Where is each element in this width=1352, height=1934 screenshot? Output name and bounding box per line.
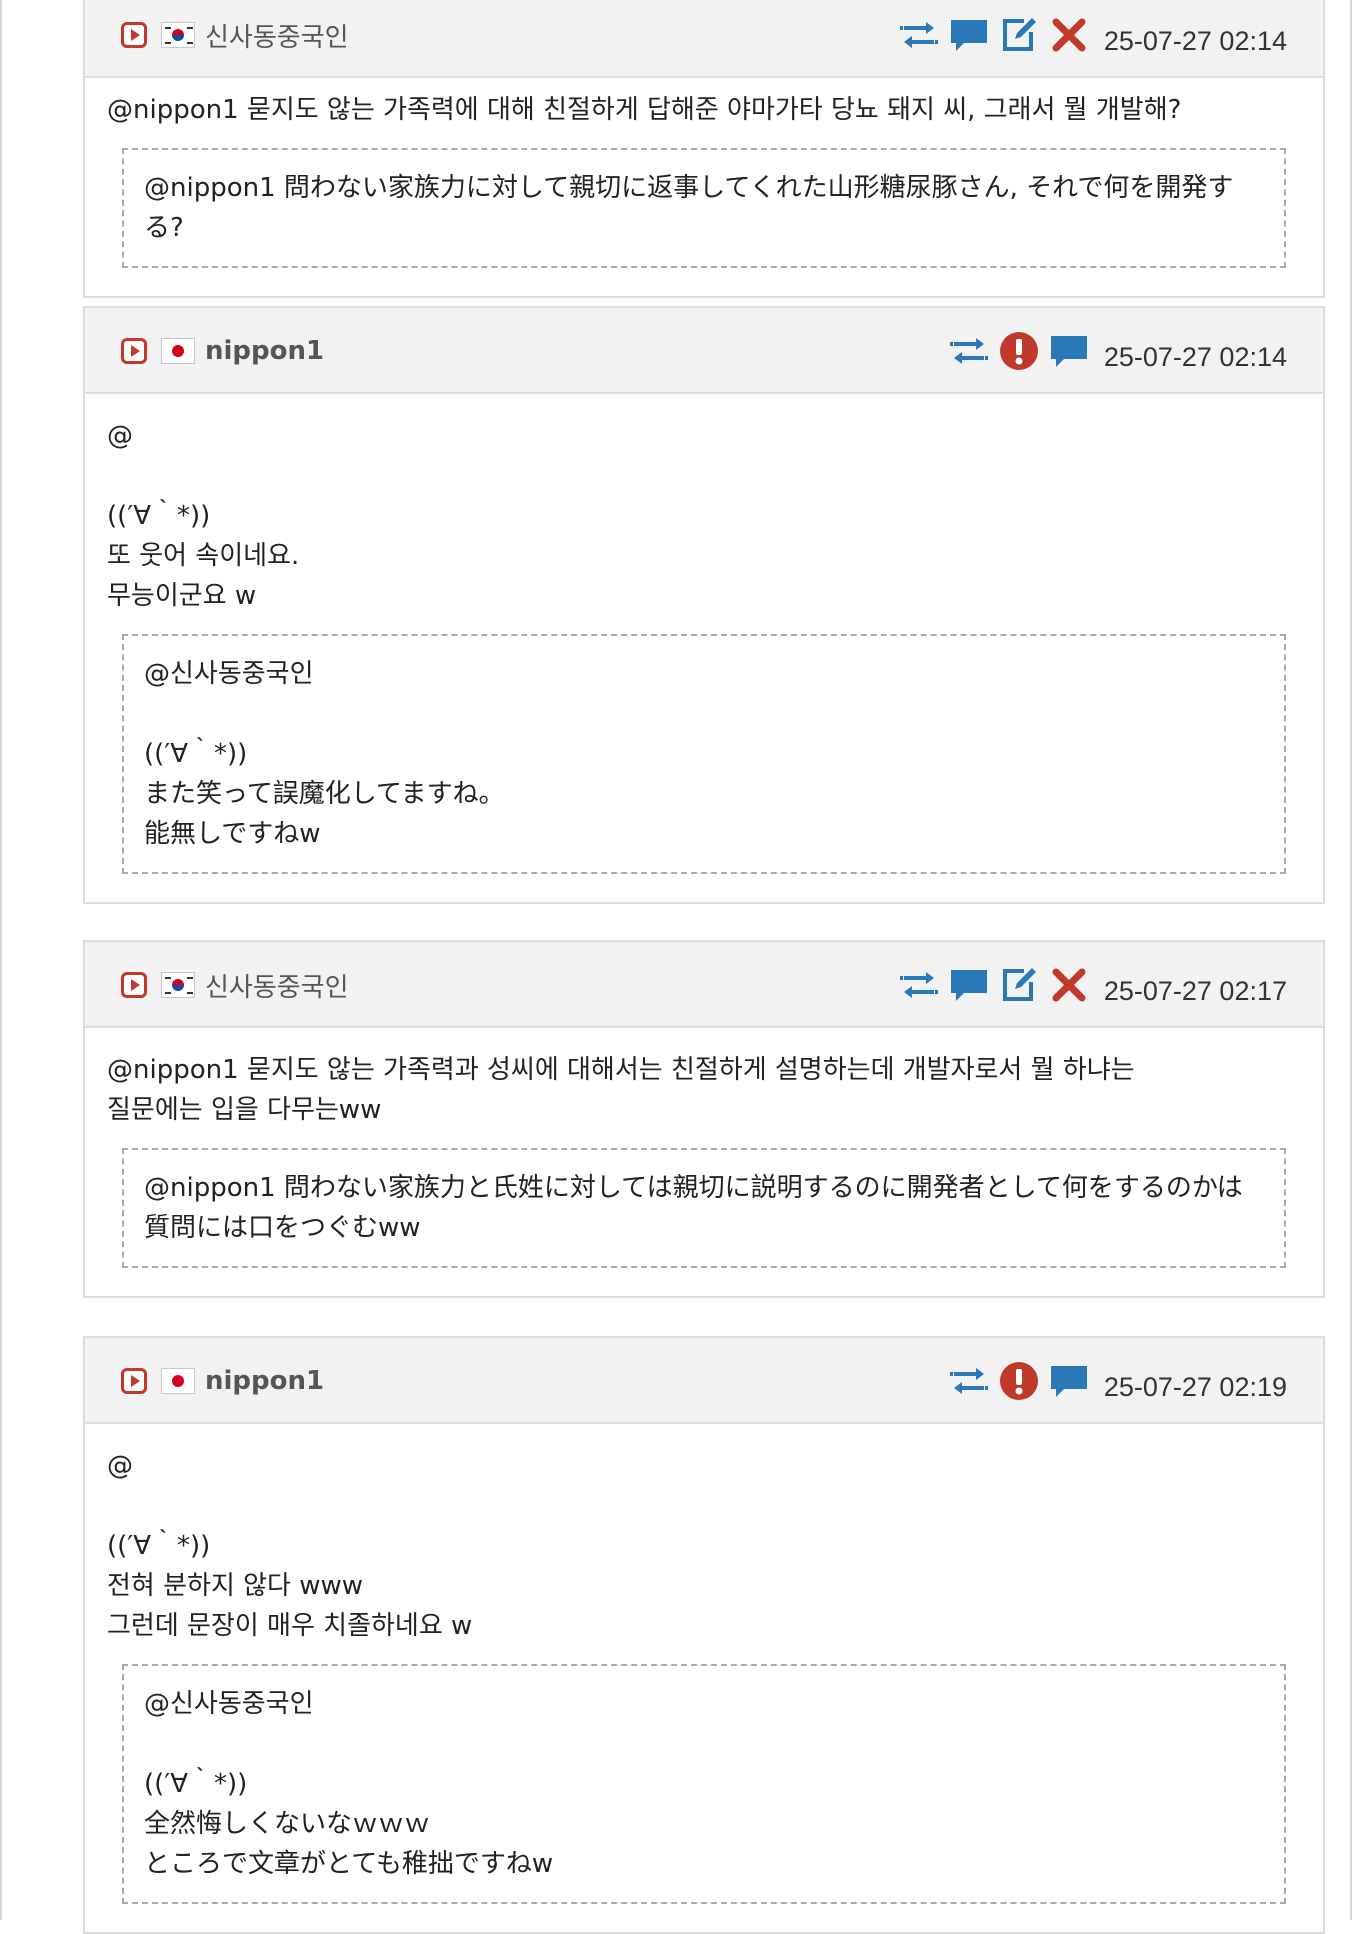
video-channel-icon[interactable] (121, 972, 147, 998)
translation-text-line: 能無しですねw (144, 819, 321, 849)
translation-box: @nippon1 問わない家族力と氏姓に対しては親切に説明するのに開発者として何… (122, 1148, 1286, 1268)
post-text-line: 무능이군요 w (107, 581, 257, 611)
post-timestamp: 25-07-27 02:14 (1103, 25, 1287, 56)
post-actions: 25-07-27 02:14 (948, 308, 1287, 394)
page-left-border (0, 0, 2, 1920)
post-text-line: 또 웃어 속이네요. (107, 541, 300, 571)
comment-icon[interactable] (1048, 1360, 1090, 1402)
delete-icon[interactable] (1048, 964, 1090, 1006)
post-text-line: ((′∀｀*)) (107, 501, 211, 531)
translation-text-line: @nippon1 問わない家族力に対して親切に返事してくれた山形糖尿豚さん, そ… (144, 173, 1234, 243)
report-icon[interactable] (998, 330, 1040, 372)
author-info: nippon1 (121, 308, 324, 394)
post-body: @nippon1 묻지도 않는 가족력에 대해 친절하게 답해준 야마가타 당뇨… (85, 78, 1323, 296)
korea-flag-icon (161, 972, 195, 998)
translation-text-line: ところで文章がとても稚拙ですねw (144, 1849, 554, 1879)
korea-flag-icon (161, 22, 195, 48)
translation-text-line (144, 694, 1264, 734)
comment-post: 신사동중국인 25-07-27 02:17 @nippon1 묻지도 않는 가족력과… (83, 940, 1325, 1298)
post-text-line: 그런데 문장이 매우 치졸하네요 w (107, 1611, 473, 1641)
share-icon[interactable] (898, 964, 940, 1006)
author-username[interactable]: nippon1 (205, 1366, 324, 1396)
video-channel-icon[interactable] (121, 22, 147, 48)
translation-box: @신사동중국인 ((′∀｀*)) また笑って誤魔化してますね。 能無しですねw (122, 634, 1286, 874)
translation-text-line: @nippon1 問わない家族力と氏姓に対しては親切に説明するのに開発者として何… (144, 1173, 1243, 1203)
share-icon[interactable] (948, 1360, 990, 1402)
translation-text-line (144, 1724, 1264, 1764)
post-header: 신사동중국인 25-07-27 02:14 (85, 0, 1323, 78)
translation-text-line: @신사동중국인 (144, 659, 314, 689)
post-timestamp: 25-07-27 02:17 (1103, 975, 1287, 1006)
translation-text-line: ((′∀｀*)) (144, 1769, 248, 1799)
post-text-line: @ (107, 421, 133, 451)
post-text-line: ((′∀｀*)) (107, 1531, 211, 1561)
comment-post: nippon1 25-07-27 02:14 @ ((′∀｀*)) 또 웃어 속이네요.… (83, 306, 1325, 904)
comment-post: nippon1 25-07-27 02:19 @ ((′∀｀*)) 전혀 분하지 않다 … (83, 1336, 1325, 1934)
share-icon[interactable] (948, 330, 990, 372)
author-username[interactable]: 신사동중국인 (205, 17, 349, 54)
translation-text-line: @신사동중국인 (144, 1689, 314, 1719)
post-timestamp: 25-07-27 02:14 (1103, 341, 1287, 372)
comment-icon[interactable] (948, 964, 990, 1006)
comment-icon[interactable] (948, 14, 990, 56)
video-channel-icon[interactable] (121, 1368, 147, 1394)
post-text-line (107, 1486, 1301, 1526)
post-actions: 25-07-27 02:14 (898, 0, 1287, 78)
post-text-line: @ (107, 1451, 133, 1481)
report-icon[interactable] (998, 1360, 1040, 1402)
delete-icon[interactable] (1048, 14, 1090, 56)
post-text-line: @nippon1 묻지도 않는 가족력과 성씨에 대해서는 친절하게 설명하는데… (107, 1055, 1135, 1085)
author-username[interactable]: 신사동중국인 (205, 967, 349, 1004)
post-actions: 25-07-27 02:19 (948, 1338, 1287, 1424)
comment-icon[interactable] (1048, 330, 1090, 372)
author-info: nippon1 (121, 1338, 324, 1424)
video-channel-icon[interactable] (121, 338, 147, 364)
post-text-line (107, 456, 1301, 496)
edit-icon[interactable] (998, 964, 1040, 1006)
post-body: @ ((′∀｀*)) 또 웃어 속이네요. 무능이군요 w @신사동중국인 ((′∀｀*)… (85, 394, 1323, 902)
share-icon[interactable] (898, 14, 940, 56)
comment-post: 신사동중국인 25-07-27 02:14 @nippon1 묻지도 않는 가족력에… (83, 0, 1325, 298)
post-body: @nippon1 묻지도 않는 가족력과 성씨에 대해서는 친절하게 설명하는데… (85, 1028, 1323, 1296)
author-info: 신사동중국인 (121, 942, 349, 1028)
author-info: 신사동중국인 (121, 0, 349, 78)
post-text-line: 전혀 분하지 않다 www (107, 1571, 364, 1601)
japan-flag-icon (161, 1368, 195, 1394)
post-header: nippon1 25-07-27 02:19 (85, 1338, 1323, 1424)
post-body: @ ((′∀｀*)) 전혀 분하지 않다 www 그런데 문장이 매우 치졸하네요 w… (85, 1424, 1323, 1932)
translation-box: @nippon1 問わない家族力に対して親切に返事してくれた山形糖尿豚さん, そ… (122, 148, 1286, 268)
japan-flag-icon (161, 338, 195, 364)
translation-text-line: ((′∀｀*)) (144, 739, 248, 769)
translation-text-line: また笑って誤魔化してますね。 (144, 779, 505, 809)
author-username[interactable]: nippon1 (205, 336, 324, 366)
post-text-line: 질문에는 입을 다무는ww (107, 1095, 382, 1125)
translation-text-line: 全然悔しくないなｗｗｗ (144, 1809, 431, 1839)
edit-icon[interactable] (998, 14, 1040, 56)
translation-text-line: 質問には口をつぐむww (144, 1213, 421, 1243)
translation-box: @신사동중국인 ((′∀｀*)) 全然悔しくないなｗｗｗ ところで文章がとても稚拙です… (122, 1664, 1286, 1904)
post-actions: 25-07-27 02:17 (898, 942, 1287, 1028)
post-timestamp: 25-07-27 02:19 (1103, 1371, 1287, 1402)
post-header: 신사동중국인 25-07-27 02:17 (85, 942, 1323, 1028)
post-text-line: @nippon1 묻지도 않는 가족력에 대해 친절하게 답해준 야마가타 당뇨… (107, 95, 1182, 125)
post-header: nippon1 25-07-27 02:14 (85, 308, 1323, 394)
